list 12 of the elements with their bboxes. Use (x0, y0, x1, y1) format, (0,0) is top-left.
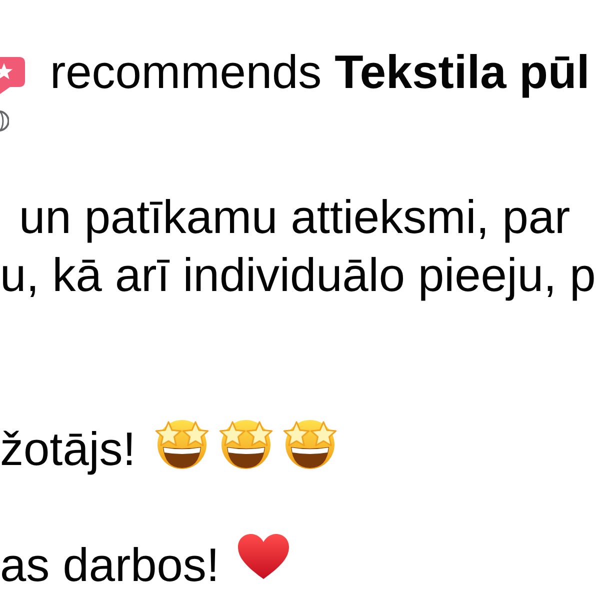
review-text: u, kā arī individuālo pieeju, p (0, 247, 596, 303)
star-eyes-face-icon (218, 417, 274, 469)
heart-icon (237, 533, 290, 580)
review-text: as darbos! (0, 537, 220, 593)
star-eyes-face-icon (154, 417, 210, 469)
star-eyes-face-icon (282, 417, 338, 469)
recommend-icon (0, 57, 26, 94)
review-text: žotājs! (0, 421, 136, 477)
recommend-text: recommends (50, 44, 322, 100)
globe-icon (0, 110, 9, 132)
page-name-link[interactable]: Tekstila pūl (334, 43, 590, 101)
review-text: un patīkamu attieksmi, par (19, 189, 570, 245)
